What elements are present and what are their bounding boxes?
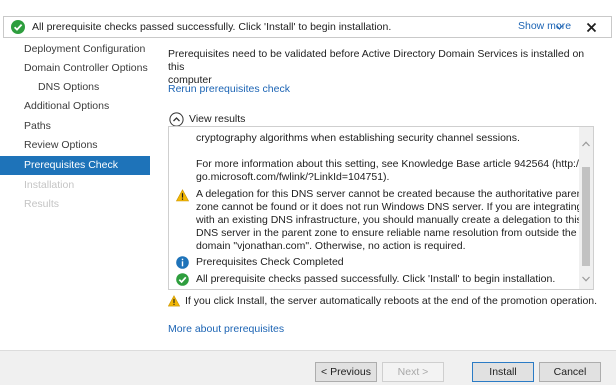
banner-message: All prerequisite checks passed successfu… — [32, 21, 392, 33]
success-check-icon — [176, 273, 189, 286]
nav-item-prerequisites-check[interactable]: Prerequisites Check — [0, 156, 150, 175]
nav-item-dns-options[interactable]: DNS Options — [0, 78, 150, 97]
previous-button[interactable]: < Previous — [315, 362, 377, 382]
nav-item-domain-controller-options[interactable]: Domain Controller Options — [0, 59, 150, 78]
nav-item-review-options[interactable]: Review Options — [0, 136, 150, 155]
intro-text: Prerequisites need to be validated befor… — [168, 48, 588, 87]
notification-banner: All prerequisite checks passed successfu… — [3, 16, 612, 38]
results-scrollbar[interactable] — [579, 127, 593, 289]
result-line: Prerequisites Check Completed — [196, 256, 344, 268]
reboot-warning-text: If you click Install, the server automat… — [185, 295, 598, 307]
close-icon[interactable] — [586, 22, 597, 33]
view-results-label: View results — [189, 113, 246, 125]
info-icon — [176, 256, 189, 269]
view-results-toggle[interactable]: View results — [169, 111, 245, 127]
warning-icon — [168, 295, 180, 307]
reboot-warning: If you click Install, the server automat… — [168, 295, 597, 307]
wizard-navigation: Deployment Configuration Domain Controll… — [0, 38, 150, 348]
result-line: go.microsoft.com/fwlink/?LinkId=104751). — [196, 171, 390, 183]
result-line: cryptography algorithms when establishin… — [196, 132, 520, 144]
result-line: A delegation for this DNS server cannot … — [196, 188, 586, 200]
install-button[interactable]: Install — [472, 362, 534, 382]
scroll-down-arrow-icon[interactable] — [582, 276, 590, 282]
result-line: domain "vjonathan.com". Otherwise, no ac… — [196, 240, 466, 252]
nav-item-installation: Installation — [24, 179, 75, 191]
nav-item-additional-options[interactable]: Additional Options — [0, 97, 150, 116]
chevron-down-icon[interactable] — [556, 25, 563, 30]
nav-item-deployment-configuration[interactable]: Deployment Configuration — [0, 40, 150, 59]
results-pane[interactable]: cryptography algorithms when establishin… — [168, 126, 594, 290]
button-bar: < Previous Next > Install Cancel — [0, 350, 616, 385]
show-more-link[interactable]: Show more — [518, 20, 571, 32]
more-about-prerequisites-link[interactable]: More about prerequisites — [168, 323, 284, 335]
scroll-up-arrow-icon[interactable] — [582, 141, 590, 147]
scrollbar-thumb[interactable] — [582, 167, 590, 266]
collapse-chevron-up-icon[interactable] — [169, 111, 184, 127]
result-line: For more information about this setting,… — [196, 158, 582, 170]
next-button: Next > — [382, 362, 444, 382]
results-content: cryptography algorithms when establishin… — [169, 127, 585, 289]
result-line: All prerequisite checks passed successfu… — [196, 273, 556, 285]
nav-item-paths[interactable]: Paths — [0, 117, 150, 136]
cancel-button[interactable]: Cancel — [539, 362, 601, 382]
nav-item-results: Results — [24, 198, 60, 210]
result-line: DNS server in the parent zone to ensure … — [196, 227, 577, 239]
intro-line: Prerequisites need to be validated befor… — [168, 48, 585, 73]
success-check-icon — [11, 20, 25, 34]
result-line: zone cannot be found or it does not run … — [196, 201, 583, 213]
warning-icon — [176, 189, 189, 202]
rerun-prerequisites-link[interactable]: Rerun prerequisites check — [168, 83, 290, 95]
result-line: with an existing DNS infrastructure, you… — [196, 214, 582, 226]
